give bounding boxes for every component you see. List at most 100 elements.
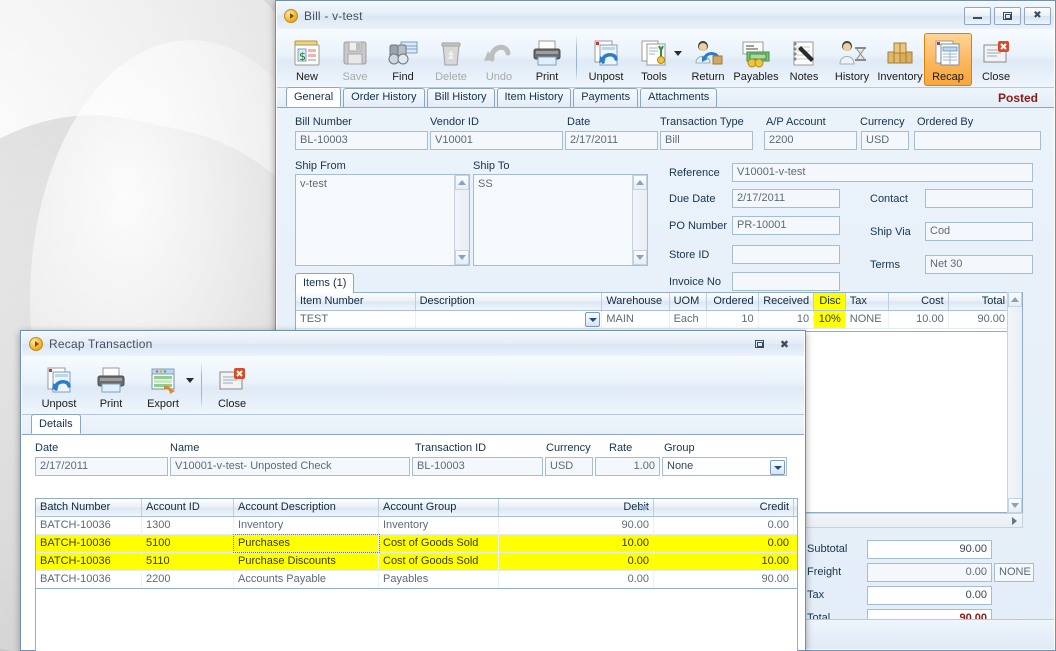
store-id-input[interactable] xyxy=(732,245,840,264)
cell-credit[interactable]: 0.00 xyxy=(654,517,794,534)
export-dropdown-arrow-icon[interactable] xyxy=(186,378,194,383)
cell-tax[interactable]: NONE xyxy=(846,311,890,328)
tab-order-history[interactable]: Order History xyxy=(343,88,425,107)
toolbar-button-undo[interactable]: Undo xyxy=(475,33,523,86)
bill-window-titlebar[interactable]: Bill - v-test ✖ xyxy=(277,2,1054,29)
col-item-number[interactable]: Item Number xyxy=(296,293,416,310)
recap-toolbar-button-print[interactable]: Print xyxy=(86,360,136,413)
recap-grid[interactable]: Batch Number Account ID Account Descript… xyxy=(35,498,798,589)
recap-tabstrip[interactable]: Details xyxy=(22,414,804,435)
reference-input[interactable]: V10001-v-test xyxy=(732,163,1033,182)
cell-account-id[interactable]: 1300 xyxy=(142,517,234,534)
cell-received[interactable]: 10 xyxy=(759,311,815,328)
recap-grid-row[interactable]: BATCH-10036 1300 Inventory Inventory 90.… xyxy=(36,517,797,535)
cell-batch-number[interactable]: BATCH-10036 xyxy=(36,553,142,570)
cell-uom[interactable]: Each xyxy=(670,311,708,328)
toolbar-button-print[interactable]: Print xyxy=(523,33,571,86)
ship-to-textarea[interactable]: SS xyxy=(473,174,648,266)
cell-debit[interactable]: 0.00 xyxy=(499,571,654,588)
cell-batch-number[interactable]: BATCH-10036 xyxy=(36,571,142,588)
cell-account-id[interactable]: 2200 xyxy=(142,571,234,588)
tab-general[interactable]: General xyxy=(286,87,342,107)
scroll-down-button[interactable] xyxy=(455,250,469,265)
col-cost[interactable]: Cost xyxy=(889,293,949,310)
scroll-up-button[interactable] xyxy=(455,175,469,190)
toolbar-button-payables[interactable]: Payables xyxy=(732,33,780,86)
items-vertical-scrollbar[interactable] xyxy=(1007,292,1022,513)
cell-account-group[interactable]: Cost of Goods Sold xyxy=(379,535,499,552)
po-number-input[interactable]: PR-10001 xyxy=(732,216,840,235)
scroll-down-button[interactable] xyxy=(1008,498,1022,513)
cell-debit[interactable]: 10.00 xyxy=(499,535,654,552)
cell-account-id[interactable]: 5100 xyxy=(142,535,234,552)
cell-warehouse[interactable]: MAIN xyxy=(602,311,670,328)
recap-group-select[interactable]: None xyxy=(662,457,787,476)
toolbar-button-save[interactable]: Save xyxy=(331,33,379,86)
cell-description[interactable] xyxy=(416,311,603,328)
col-disc[interactable]: Disc xyxy=(814,293,846,310)
recap-grid-row[interactable]: BATCH-10036 5100 Purchases Cost of Goods… xyxy=(36,534,797,553)
recap-toolbar-button-close[interactable]: Close xyxy=(207,360,257,413)
close-button[interactable]: ✖ xyxy=(776,336,793,352)
cell-batch-number[interactable]: BATCH-10036 xyxy=(36,535,142,552)
toolbar-button-tools[interactable]: Tools xyxy=(630,33,678,86)
scroll-down-button[interactable] xyxy=(633,250,647,265)
cell-credit[interactable]: 0.00 xyxy=(654,535,794,552)
ordered-by-input[interactable] xyxy=(914,131,1041,150)
cell-cost[interactable]: 10.00 xyxy=(889,311,949,328)
toolbar-button-find[interactable]: Find xyxy=(379,33,427,86)
toolbar-button-return[interactable]: Return xyxy=(684,33,732,86)
cell-total[interactable]: 90.00 xyxy=(949,311,1011,328)
contact-input[interactable] xyxy=(925,189,1033,208)
recap-transaction-id-input[interactable]: BL-10003 xyxy=(412,457,543,476)
cell-account-group[interactable]: Inventory xyxy=(379,517,499,534)
freight-tax-input[interactable]: NONE xyxy=(994,563,1034,582)
col-received[interactable]: Received xyxy=(759,293,815,310)
toolbar-button-inventory[interactable]: Inventory xyxy=(876,33,924,86)
recap-toolbar[interactable]: Unpost Print Export Close xyxy=(22,356,804,415)
cell-account-description[interactable]: Inventory xyxy=(234,517,379,534)
items-grid-row[interactable]: TEST MAIN Each 10 10 10% NONE 10.00 90.0… xyxy=(296,311,1022,329)
col-account-description[interactable]: Account Description xyxy=(234,499,379,516)
ship-from-scrollbar[interactable] xyxy=(454,175,469,265)
tab-details[interactable]: Details xyxy=(31,414,81,434)
col-description[interactable]: Description xyxy=(416,293,603,310)
ship-to-scrollbar[interactable] xyxy=(632,175,647,265)
recap-rate-input[interactable]: 1.00 xyxy=(595,457,660,476)
cell-credit[interactable]: 90.00 xyxy=(654,571,794,588)
cell-ordered[interactable]: 10 xyxy=(707,311,759,328)
cell-account-description[interactable]: Purchases xyxy=(233,534,380,553)
invoice-no-input[interactable] xyxy=(732,272,840,291)
tab-item-history[interactable]: Item History xyxy=(496,88,572,107)
scroll-up-button[interactable] xyxy=(1008,292,1022,307)
recap-toolbar-button-unpost[interactable]: Unpost xyxy=(32,360,86,413)
recap-window-titlebar[interactable]: Recap Transaction ✖ xyxy=(22,332,804,356)
recap-grid-row[interactable]: BATCH-10036 5110 Purchase Discounts Cost… xyxy=(36,553,797,571)
col-debit[interactable]: Debit xyxy=(499,499,654,516)
cell-item-number[interactable]: TEST xyxy=(296,311,416,328)
toolbar-button-delete[interactable]: Delete xyxy=(427,33,475,86)
cell-account-description[interactable]: Purchase Discounts xyxy=(234,553,379,570)
col-warehouse[interactable]: Warehouse xyxy=(602,293,670,310)
description-dropdown-icon[interactable] xyxy=(585,312,601,327)
col-tax[interactable]: Tax xyxy=(846,293,890,310)
tab-items[interactable]: Items (1) xyxy=(295,273,355,293)
recap-toolbar-button-export[interactable]: Export xyxy=(136,360,190,413)
due-date-input[interactable]: 2/17/2011 xyxy=(732,189,840,208)
close-button[interactable]: ✖ xyxy=(1024,6,1051,25)
date-input[interactable]: 2/17/2011 xyxy=(565,131,658,150)
col-account-group[interactable]: Account Group xyxy=(379,499,499,516)
cell-account-group[interactable]: Cost of Goods Sold xyxy=(379,553,499,570)
subtotal-input[interactable]: 90.00 xyxy=(867,540,992,559)
cell-account-group[interactable]: Payables xyxy=(379,571,499,588)
cell-credit[interactable]: 10.00 xyxy=(654,553,794,570)
ship-via-input[interactable]: Cod xyxy=(925,222,1033,241)
bill-tabstrip[interactable]: General Order History Bill History Item … xyxy=(277,87,1054,108)
recap-grid-row[interactable]: BATCH-10036 2200 Accounts Payable Payabl… xyxy=(36,571,797,588)
bill-toolbar[interactable]: $ New Save Find Delete Undo Print Unpost… xyxy=(277,29,1054,88)
scroll-up-button[interactable] xyxy=(633,175,647,190)
bill-number-input[interactable]: BL-10003 xyxy=(295,131,428,150)
recap-transaction-window[interactable]: Recap Transaction ✖ Unpost Print Export … xyxy=(20,330,806,651)
cell-debit[interactable]: 90.00 xyxy=(499,517,654,534)
ship-from-textarea[interactable]: v-test xyxy=(295,174,470,266)
